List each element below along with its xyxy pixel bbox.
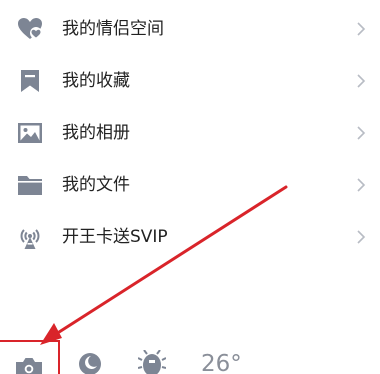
menu-item-label: 我的相册 <box>62 123 130 143</box>
chevron-right-icon <box>356 125 366 141</box>
menu-item-wangka-svip[interactable]: 开王卡送SVIP <box>0 211 380 263</box>
menu-item-couple-space[interactable]: 我的情侣空间 <box>0 3 380 55</box>
menu-item-files[interactable]: 我的文件 <box>0 159 380 211</box>
bottom-bar: 26° <box>0 340 380 374</box>
weather-temperature: 26° <box>201 351 242 374</box>
camera-icon[interactable] <box>14 356 44 374</box>
signal-tower-icon <box>16 223 44 251</box>
qq-menu-screen: 我的情侣空间 我的收藏 我的相册 我的文件 开王卡送SVIP 26° <box>0 0 380 374</box>
chevron-right-icon <box>356 21 366 37</box>
chevron-right-icon <box>356 73 366 89</box>
menu-item-label: 我的文件 <box>62 175 130 195</box>
chevron-right-icon <box>356 177 366 193</box>
menu-item-label: 我的情侣空间 <box>62 19 164 39</box>
bug-icon[interactable] <box>137 349 167 374</box>
heart-icon <box>16 15 44 43</box>
folder-icon <box>16 171 44 199</box>
menu-item-album[interactable]: 我的相册 <box>0 107 380 159</box>
moon-icon[interactable] <box>78 352 102 374</box>
bookmark-icon <box>16 67 44 95</box>
menu-item-label: 我的收藏 <box>62 71 130 91</box>
menu-item-favorites[interactable]: 我的收藏 <box>0 55 380 107</box>
menu-item-label: 开王卡送SVIP <box>62 227 168 247</box>
menu-list: 我的情侣空间 我的收藏 我的相册 我的文件 开王卡送SVIP <box>0 3 380 263</box>
camera-highlight-box <box>0 340 60 374</box>
photo-album-icon <box>16 119 44 147</box>
chevron-right-icon <box>356 229 366 245</box>
